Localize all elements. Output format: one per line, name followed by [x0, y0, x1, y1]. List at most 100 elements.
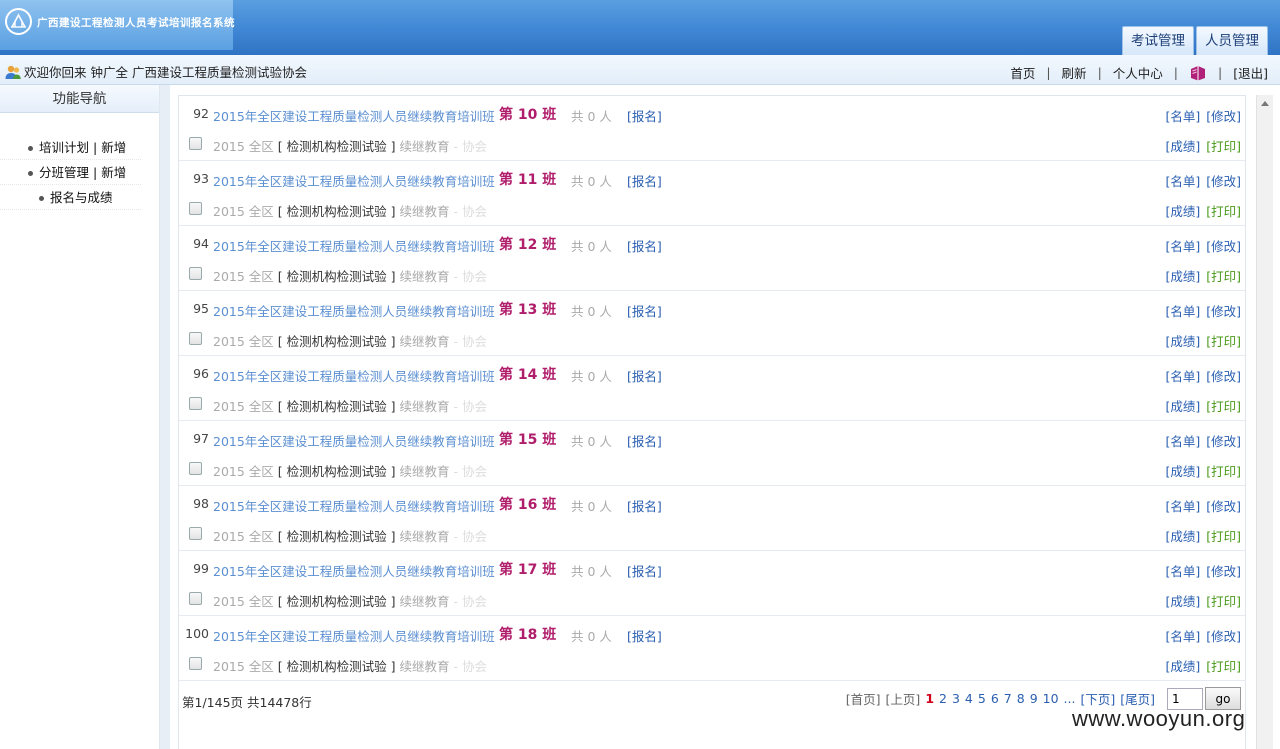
top-links: 首页 | 刷新 | 个人中心 | | [退出]: [1010, 63, 1268, 82]
row-checkbox[interactable]: [189, 657, 202, 670]
logout-link[interactable]: [退出]: [1233, 63, 1268, 82]
print-link[interactable]: [打印]: [1206, 139, 1241, 154]
list-link[interactable]: [名单]: [1165, 434, 1200, 449]
class-management-link[interactable]: 分班管理: [39, 165, 89, 180]
class-title-link[interactable]: 2015年全区建设工程质量检测人员继续教育培训班: [213, 496, 495, 515]
list-link[interactable]: [名单]: [1165, 369, 1200, 384]
signup-link[interactable]: [报名]: [627, 431, 662, 450]
print-link[interactable]: [打印]: [1206, 659, 1241, 674]
page-number-link[interactable]: 7: [1004, 691, 1012, 706]
page-number-link[interactable]: 10: [1043, 691, 1059, 706]
scores-link[interactable]: [成绩]: [1165, 464, 1200, 479]
class-title-link[interactable]: 2015年全区建设工程质量检测人员继续教育培训班: [213, 301, 495, 320]
print-link[interactable]: [打印]: [1206, 204, 1241, 219]
print-link[interactable]: [打印]: [1206, 269, 1241, 284]
print-link[interactable]: [打印]: [1206, 464, 1241, 479]
edit-link[interactable]: [修改]: [1206, 629, 1241, 644]
tab-personnel-management[interactable]: 人员管理: [1196, 26, 1268, 55]
home-link[interactable]: 首页: [1010, 63, 1035, 82]
scores-link[interactable]: [成绩]: [1165, 269, 1200, 284]
row-checkbox[interactable]: [189, 332, 202, 345]
list-link[interactable]: [名单]: [1165, 304, 1200, 319]
edit-link[interactable]: [修改]: [1206, 239, 1241, 254]
class-title-link[interactable]: 2015年全区建设工程质量检测人员继续教育培训班: [213, 106, 495, 125]
page-number-link[interactable]: 6: [991, 691, 999, 706]
organization-type: 检测机构检测试验: [286, 464, 387, 479]
scroll-up-icon[interactable]: [1261, 101, 1269, 106]
scores-link[interactable]: [成绩]: [1165, 594, 1200, 609]
enrolled-count: 共 0 人: [571, 239, 612, 254]
row-checkbox[interactable]: [189, 592, 202, 605]
class-title-link[interactable]: 2015年全区建设工程质量检测人员继续教育培训班: [213, 431, 495, 450]
scores-link[interactable]: [成绩]: [1165, 659, 1200, 674]
signup-link[interactable]: [报名]: [627, 366, 662, 385]
enrolled-count: 共 0 人: [571, 564, 612, 579]
signup-link[interactable]: [报名]: [627, 626, 662, 645]
page-number-link[interactable]: 2: [939, 691, 947, 706]
class-management-add-link[interactable]: 新增: [101, 165, 126, 180]
prev-page-link[interactable]: [上页]: [886, 689, 921, 708]
print-link[interactable]: [打印]: [1206, 399, 1241, 414]
list-link[interactable]: [名单]: [1165, 629, 1200, 644]
row-actions-top: [名单] [修改]: [1159, 496, 1241, 515]
row-checkbox[interactable]: [189, 462, 202, 475]
training-plan-link[interactable]: 培训计划: [39, 140, 89, 155]
class-number: 第 17 班: [499, 562, 557, 578]
class-title-link[interactable]: 2015年全区建设工程质量检测人员继续教育培训班: [213, 171, 495, 190]
signup-link[interactable]: [报名]: [627, 106, 662, 125]
class-title-link[interactable]: 2015年全区建设工程质量检测人员继续教育培训班: [213, 366, 495, 385]
print-link[interactable]: [打印]: [1206, 594, 1241, 609]
signup-link[interactable]: [报名]: [627, 496, 662, 515]
signup-link[interactable]: [报名]: [627, 236, 662, 255]
edit-link[interactable]: [修改]: [1206, 174, 1241, 189]
edit-link[interactable]: [修改]: [1206, 109, 1241, 124]
signup-link[interactable]: [报名]: [627, 561, 662, 580]
row-checkbox[interactable]: [189, 267, 202, 280]
signup-link[interactable]: [报名]: [627, 301, 662, 320]
vertical-scrollbar[interactable]: [1256, 95, 1273, 749]
class-number: 第 14 班: [499, 367, 557, 383]
list-link[interactable]: [名单]: [1165, 564, 1200, 579]
page-number-link[interactable]: 1: [925, 691, 934, 706]
edit-link[interactable]: [修改]: [1206, 499, 1241, 514]
print-link[interactable]: [打印]: [1206, 334, 1241, 349]
signup-link[interactable]: [报名]: [627, 171, 662, 190]
row-checkbox[interactable]: [189, 397, 202, 410]
edit-link[interactable]: [修改]: [1206, 304, 1241, 319]
top-tabs: 考试管理 人员管理: [1122, 26, 1268, 55]
list-link[interactable]: [名单]: [1165, 109, 1200, 124]
scores-link[interactable]: [成绩]: [1165, 399, 1200, 414]
edit-link[interactable]: [修改]: [1206, 434, 1241, 449]
profile-link[interactable]: 个人中心: [1113, 63, 1163, 82]
list-link[interactable]: [名单]: [1165, 174, 1200, 189]
row-checkbox[interactable]: [189, 527, 202, 540]
list-link[interactable]: [名单]: [1165, 239, 1200, 254]
page-number-link[interactable]: 4: [965, 691, 973, 706]
class-title-link[interactable]: 2015年全区建设工程质量检测人员继续教育培训班: [213, 236, 495, 255]
edit-link[interactable]: [修改]: [1206, 369, 1241, 384]
book-icon[interactable]: [1189, 65, 1207, 81]
tab-exam-management[interactable]: 考试管理: [1122, 26, 1194, 55]
page-number-link[interactable]: 5: [978, 691, 986, 706]
training-plan-add-link[interactable]: 新增: [101, 140, 126, 155]
first-page-link[interactable]: [首页]: [846, 689, 881, 708]
edit-link[interactable]: [修改]: [1206, 564, 1241, 579]
scores-link[interactable]: [成绩]: [1165, 334, 1200, 349]
scores-link[interactable]: [成绩]: [1165, 139, 1200, 154]
list-link[interactable]: [名单]: [1165, 499, 1200, 514]
separator: |: [89, 165, 102, 180]
refresh-link[interactable]: 刷新: [1062, 63, 1087, 82]
signup-scores-link[interactable]: 报名与成绩: [50, 190, 113, 205]
class-title-link[interactable]: 2015年全区建设工程质量检测人员继续教育培训班: [213, 626, 495, 645]
row-checkbox[interactable]: [189, 202, 202, 215]
class-title-link[interactable]: 2015年全区建设工程质量检测人员继续教育培训班: [213, 561, 495, 580]
scores-link[interactable]: [成绩]: [1165, 204, 1200, 219]
scores-link[interactable]: [成绩]: [1165, 529, 1200, 544]
welcome-area: 欢迎你回来 钟广全 广西建设工程质量检测试验协会: [4, 62, 307, 81]
separator: |: [1097, 65, 1102, 80]
print-link[interactable]: [打印]: [1206, 529, 1241, 544]
page-number-link[interactable]: 9: [1030, 691, 1038, 706]
row-checkbox[interactable]: [189, 137, 202, 150]
page-number-link[interactable]: 8: [1017, 691, 1025, 706]
page-number-link[interactable]: 3: [952, 691, 960, 706]
